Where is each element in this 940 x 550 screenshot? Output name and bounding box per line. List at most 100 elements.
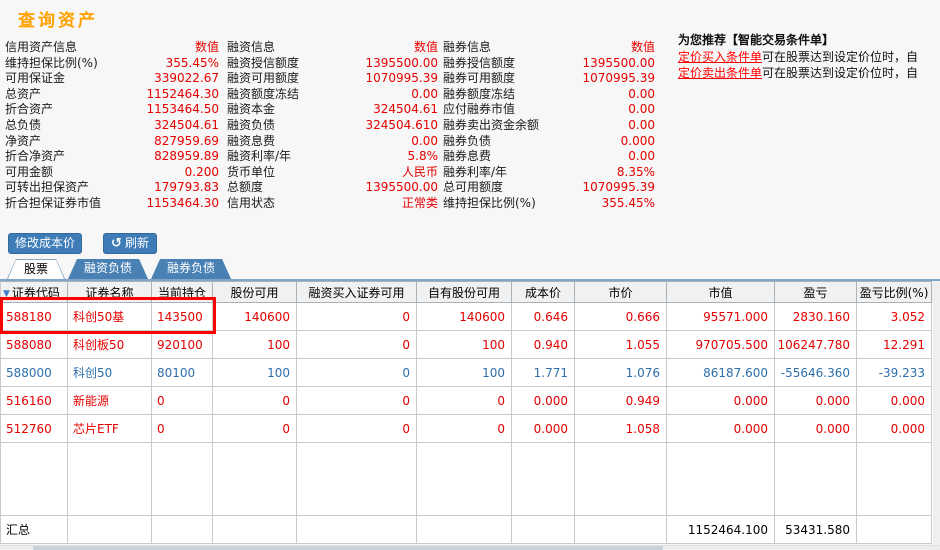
info-label: 融券授信额度 [443, 55, 516, 70]
info-value: 0.00 [628, 102, 655, 117]
table-cell: 0 [417, 387, 512, 415]
table-cell: 588180 [0, 303, 68, 331]
info-row: 总资产 1152464.30 [5, 87, 219, 103]
table-cell: 0.000 [667, 415, 775, 443]
info-header-row: 融券信息 数值 [443, 40, 655, 56]
table-row[interactable]: 512760 芯片ETF 0 0 0 0 0.000 1.058 0.000 0… [0, 415, 933, 443]
table-row[interactable]: 588000 科创50 80100 100 0 100 1.771 1.076 … [0, 359, 933, 387]
table-cell: 0 [152, 415, 213, 443]
table-cell: 86187.600 [667, 359, 775, 387]
table-cell: 100 [417, 331, 512, 359]
table-cell: -55646.360 [775, 359, 857, 387]
info-value: 1153464.30 [146, 195, 219, 210]
table-cell: 516160 [0, 387, 68, 415]
table-cell: 0 [297, 387, 417, 415]
info-row: 折合净资产 828959.89 [5, 149, 219, 165]
info-value-header: 数值 [413, 40, 438, 54]
table-header-row: ▼ 证券代码 证券名称 当前持仓 股份可用 融资买入证券可用 自有股份可用 成本价… [0, 281, 933, 303]
table-cell: 1.076 [575, 359, 667, 387]
info-value: 8.35% [616, 164, 655, 179]
info-row: 应付融券市值 0.00 [443, 102, 655, 118]
info-group-header: 信用资产信息 [5, 40, 78, 54]
info-row: 总额度 1395500.00 [227, 180, 438, 196]
column-header-pnl-ratio[interactable]: 盈亏比例(%) [857, 281, 932, 303]
tab-stocks[interactable]: 股票 [7, 259, 65, 279]
table-cell: 0.000 [775, 415, 857, 443]
info-label: 融资授信额度 [227, 55, 300, 70]
info-row: 融券可用额度 1070995.39 [443, 71, 655, 87]
column-header-cost-price[interactable]: 成本价 [512, 281, 575, 303]
info-label: 总额度 [227, 180, 264, 195]
summary-pnl: 53431.580 [775, 516, 857, 544]
table-cell: 970705.500 [667, 331, 775, 359]
promo-panel: 为您推荐【智能交易条件单】 定价买入条件单可在股票达到设定价位时，自 定价卖出条… [678, 31, 940, 81]
table-row[interactable]: 516160 新能源 0 0 0 0 0.000 0.949 0.000 0.0… [0, 387, 933, 415]
info-value: 1070995.39 [365, 71, 438, 86]
table-cell: 0.940 [512, 331, 575, 359]
table-cell: 0 [297, 359, 417, 387]
info-value: 0.00 [628, 117, 655, 132]
info-value: 0.00 [411, 86, 438, 101]
refresh-button[interactable]: ↺ 刷新 [103, 233, 157, 254]
table-cell: 920100 [152, 331, 213, 359]
summary-label: 汇总 [0, 516, 68, 544]
refresh-label: 刷新 [124, 236, 149, 250]
table-cell: 0.949 [575, 387, 667, 415]
table-cell: 0 [213, 415, 297, 443]
info-value: 355.45% [165, 55, 219, 70]
info-value: 1395500.00 [582, 55, 655, 70]
column-header-shares-available[interactable]: 股份可用 [213, 281, 297, 303]
column-header-pnl[interactable]: 盈亏 [775, 281, 857, 303]
info-row: 总负债 324504.61 [5, 118, 219, 134]
info-value: 179793.83 [154, 180, 219, 195]
info-value: 5.8% [407, 149, 439, 164]
tab-label: 融资负债 [84, 261, 133, 275]
info-label: 折合净资产 [5, 149, 66, 164]
info-value: 正常类 [401, 195, 438, 210]
column-header-market-value[interactable]: 市值 [667, 281, 775, 303]
column-header-name[interactable]: 证券名称 [68, 281, 152, 303]
table-cell: 0 [297, 331, 417, 359]
info-label: 融券负债 [443, 133, 492, 148]
table-cell: 0.646 [512, 303, 575, 331]
info-label: 可转出担保资产 [5, 180, 90, 195]
info-row: 融券负债 0.000 [443, 134, 655, 150]
info-value: 1395500.00 [365, 55, 438, 70]
table-row[interactable]: 588180 科创50基 143500 140600 0 140600 0.64… [0, 303, 933, 331]
info-row: 维持担保比例(%) 355.45% [5, 56, 219, 72]
horizontal-scrollbar-thumb[interactable] [33, 546, 663, 550]
table-cell: 0 [213, 387, 297, 415]
table-cell: 0 [152, 387, 213, 415]
info-row: 融券卖出资金余额 0.00 [443, 118, 655, 134]
table-cell: 芯片ETF [68, 415, 152, 443]
info-row: 可转出担保资产 179793.83 [5, 180, 219, 196]
table-cell: -39.233 [857, 359, 932, 387]
column-header-market-price[interactable]: 市价 [575, 281, 667, 303]
sell-condition-link[interactable]: 定价卖出条件单 [678, 66, 762, 80]
info-value-header: 数值 [194, 40, 219, 54]
info-label: 应付融券市值 [443, 102, 516, 117]
column-header-own-shares-available[interactable]: 自有股份可用 [417, 281, 512, 303]
modify-cost-button[interactable]: 修改成本价 [8, 233, 82, 254]
info-row: 融券授信额度 1395500.00 [443, 56, 655, 72]
column-header-margin-buy-available[interactable]: 融资买入证券可用 [297, 281, 417, 303]
table-empty-area [0, 443, 933, 516]
tab-label: 融券负债 [167, 261, 216, 275]
info-row: 货币单位 人民币 [227, 165, 438, 181]
table-cell: 0.000 [775, 387, 857, 415]
info-value: 1153464.50 [146, 102, 219, 117]
positions-table: ▼ 证券代码 证券名称 当前持仓 股份可用 融资买入证券可用 自有股份可用 成本价… [0, 281, 933, 544]
tab-short-liabilities[interactable]: 融券负债 [151, 259, 231, 279]
table-cell: 143500 [152, 303, 213, 331]
buy-condition-link[interactable]: 定价买入条件单 [678, 50, 762, 64]
table-row[interactable]: 588080 科创板50 920100 100 0 100 0.940 1.05… [0, 331, 933, 359]
column-header-code[interactable]: ▼ 证券代码 [0, 281, 68, 303]
info-row: 融资可用额度 1070995.39 [227, 71, 438, 87]
info-row: 净资产 827959.69 [5, 134, 219, 150]
financing-info-panel: 融资信息 数值 融资授信额度 1395500.00 融资可用额度 1070995.3… [227, 40, 438, 212]
tab-financing-liabilities[interactable]: 融资负债 [68, 259, 148, 279]
info-label: 总可用额度 [443, 180, 504, 195]
tab-bar: 股票 融资负债 融券负债 [0, 259, 940, 281]
column-header-position[interactable]: 当前持仓 [152, 281, 213, 303]
info-label: 融资额度冻结 [227, 86, 300, 101]
